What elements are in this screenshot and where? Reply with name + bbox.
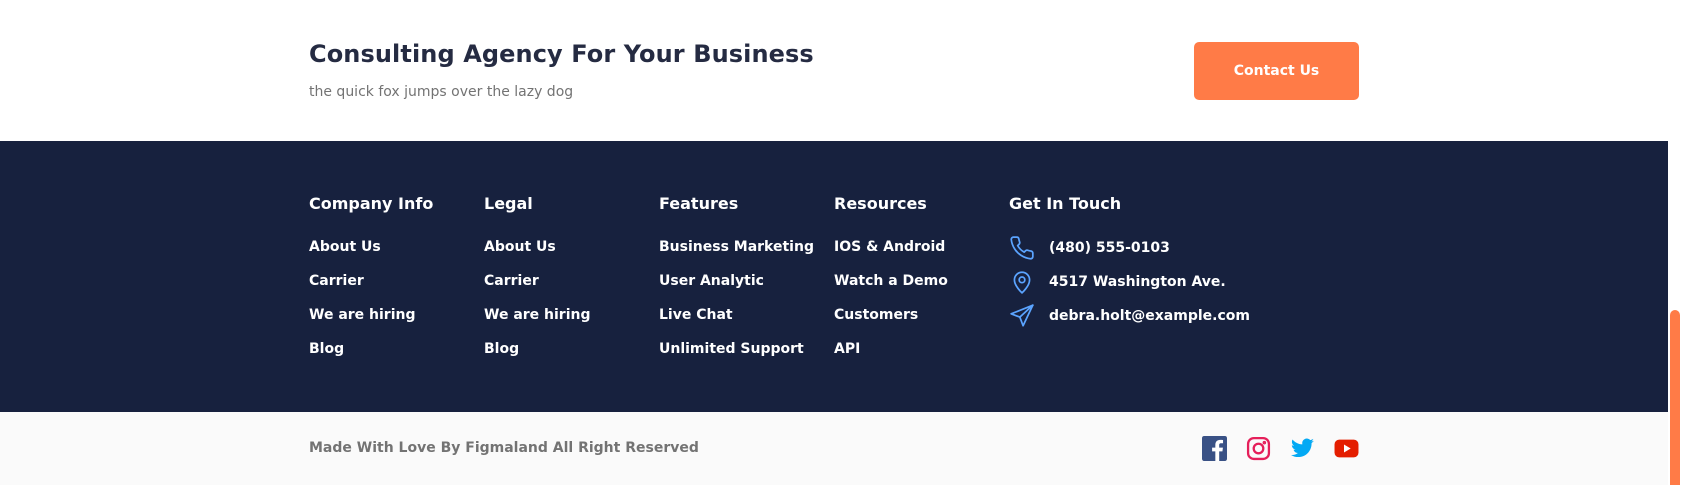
instagram-icon[interactable] xyxy=(1246,436,1271,461)
social-links xyxy=(1202,436,1359,461)
footer-link[interactable]: Carrier xyxy=(484,272,591,306)
contact-phone-text: (480) 555-0103 xyxy=(1049,240,1170,256)
footer-column-get-in-touch: Get In Touch (480) 555-0103 4517 Washing… xyxy=(1009,194,1250,340)
column-title: Legal xyxy=(484,194,533,213)
send-icon xyxy=(1009,303,1035,329)
copyright-text: Made With Love By Figmaland All Right Re… xyxy=(309,440,699,456)
contact-email-text: debra.holt@example.com xyxy=(1049,308,1250,324)
facebook-icon[interactable] xyxy=(1202,436,1227,461)
cta-section: Consulting Agency For Your Business the … xyxy=(0,0,1668,141)
footer-column-legal: Legal About Us Carrier We are hiring Blo… xyxy=(484,194,591,374)
footer-column-features: Features Business Marketing User Analyti… xyxy=(659,194,814,374)
footer-link[interactable]: Watch a Demo xyxy=(834,272,948,306)
footer-link[interactable]: Business Marketing xyxy=(659,238,814,272)
footer-link[interactable]: IOS & Android xyxy=(834,238,948,272)
phone-icon xyxy=(1009,235,1035,261)
footer-link[interactable]: Carrier xyxy=(309,272,433,306)
contact-address[interactable]: 4517 Washington Ave. xyxy=(1009,269,1250,306)
footer-link[interactable]: Blog xyxy=(309,340,433,374)
footer-column-resources: Resources IOS & Android Watch a Demo Cus… xyxy=(834,194,948,374)
column-title: Get In Touch xyxy=(1009,194,1122,213)
footer-link[interactable]: API xyxy=(834,340,948,374)
contact-us-button[interactable]: Contact Us xyxy=(1194,42,1359,100)
contact-address-text: 4517 Washington Ave. xyxy=(1049,274,1226,290)
footer-link[interactable]: We are hiring xyxy=(484,306,591,340)
footer-link[interactable]: Live Chat xyxy=(659,306,814,340)
column-title: Features xyxy=(659,194,739,213)
footer-link[interactable]: Customers xyxy=(834,306,948,340)
footer-link[interactable]: About Us xyxy=(309,238,433,272)
footer: Company Info About Us Carrier We are hir… xyxy=(0,141,1668,412)
footer-link[interactable]: User Analytic xyxy=(659,272,814,306)
column-title: Company Info xyxy=(309,194,434,213)
cta-subtitle: the quick fox jumps over the lazy dog xyxy=(309,84,574,100)
bottom-bar: Made With Love By Figmaland All Right Re… xyxy=(0,412,1668,485)
footer-link[interactable]: About Us xyxy=(484,238,591,272)
footer-link[interactable]: Blog xyxy=(484,340,591,374)
cta-title: Consulting Agency For Your Business xyxy=(309,40,814,68)
location-pin-icon xyxy=(1009,269,1035,295)
footer-column-company-info: Company Info About Us Carrier We are hir… xyxy=(309,194,433,374)
contact-phone[interactable]: (480) 555-0103 xyxy=(1009,235,1250,272)
scrollbar-thumb[interactable] xyxy=(1670,310,1680,485)
contact-email[interactable]: debra.holt@example.com xyxy=(1009,303,1250,340)
twitter-icon[interactable] xyxy=(1290,436,1315,461)
page-scrollbar[interactable] xyxy=(1668,0,1682,485)
footer-link[interactable]: We are hiring xyxy=(309,306,433,340)
column-title: Resources xyxy=(834,194,927,213)
footer-link[interactable]: Unlimited Support xyxy=(659,340,814,374)
youtube-icon[interactable] xyxy=(1334,436,1359,461)
